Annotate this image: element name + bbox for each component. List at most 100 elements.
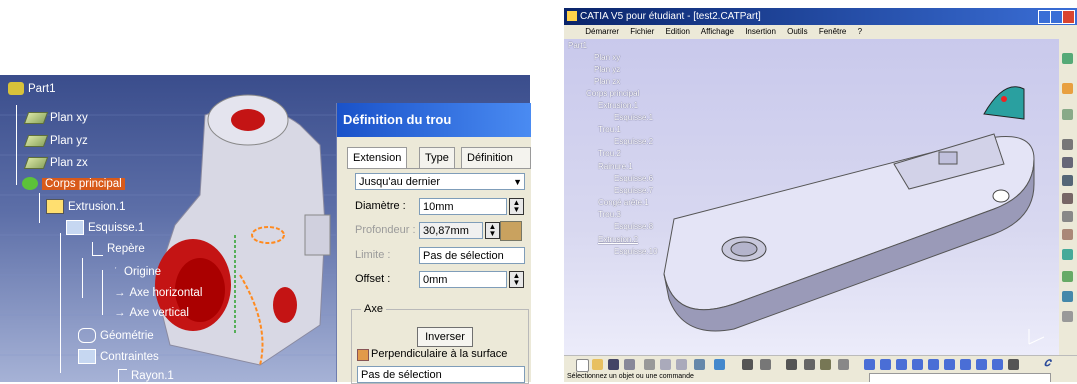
hide-show-icon[interactable] xyxy=(1008,359,1019,370)
undo-icon[interactable] xyxy=(694,359,705,370)
pocket-tool-icon[interactable] xyxy=(1062,139,1073,150)
tree-plan-zx[interactable]: Plan zx xyxy=(594,77,620,86)
menu-outils[interactable]: Outils xyxy=(787,27,807,36)
rotate-icon[interactable] xyxy=(912,359,923,370)
fillet-tool-icon[interactable] xyxy=(1062,211,1073,222)
tree-geometrie[interactable]: Géométrie xyxy=(78,328,154,343)
selection-field[interactable]: Pas de sélection xyxy=(357,366,525,383)
limit-type-select[interactable]: Jusqu'au dernier ▼ xyxy=(355,173,525,190)
tree-esquisse2[interactable]: Esquisse.2 xyxy=(614,137,653,146)
new-icon[interactable] xyxy=(576,359,589,372)
diametre-spinner[interactable]: ▲ ▼ xyxy=(509,198,524,215)
render-style-icon[interactable] xyxy=(992,359,1003,370)
open-icon[interactable] xyxy=(592,359,603,370)
profondeur-spinner[interactable]: ▲ ▼ xyxy=(485,222,500,239)
tree-plan-yz[interactable]: Plan yz xyxy=(23,135,88,147)
tree-axe-horizontal[interactable]: → Axe horizontal xyxy=(114,287,202,299)
fit-all-icon[interactable] xyxy=(880,359,891,370)
formula-icon[interactable] xyxy=(742,359,753,370)
analysis-icon[interactable] xyxy=(820,359,831,370)
hole-tool-icon[interactable] xyxy=(1062,157,1073,168)
tree-plan-xy[interactable]: Plan xy xyxy=(594,53,620,62)
tree-trou2[interactable]: Trou.2 xyxy=(598,149,621,158)
tab-definition[interactable]: Définition du xyxy=(461,147,531,184)
window-title[interactable]: CATIA V5 pour étudiant - [test2.CATPart] xyxy=(564,8,1077,25)
tree-axe-vertical[interactable]: → Axe vertical xyxy=(114,307,189,319)
tree-plan-xy[interactable]: Plan xy xyxy=(23,112,88,124)
tree-trou3[interactable]: Trou.3 xyxy=(598,210,621,219)
tree-part1[interactable]: Part1 xyxy=(568,41,587,50)
tree-corps-principal[interactable]: Corps principal xyxy=(22,177,125,190)
measure-icon[interactable] xyxy=(838,359,849,370)
menu-fenetre[interactable]: Fenêtre xyxy=(819,27,847,36)
perpendicular-checkbox[interactable] xyxy=(357,349,369,361)
draft-tool-icon[interactable] xyxy=(1062,249,1073,260)
zoom-out-icon[interactable] xyxy=(944,359,955,370)
shell-tool-icon[interactable] xyxy=(1062,271,1073,282)
catalog-icon[interactable] xyxy=(786,359,797,370)
print-icon[interactable] xyxy=(624,359,635,370)
zoom-in-icon[interactable] xyxy=(928,359,939,370)
menu-affichage[interactable]: Affichage xyxy=(701,27,734,36)
menu-demarrer[interactable]: Démarrer xyxy=(585,27,619,36)
scan-icon[interactable] xyxy=(760,359,771,370)
tree-esquisse7[interactable]: Esquisse.7 xyxy=(614,186,653,195)
tree-part1[interactable]: Part1 xyxy=(8,82,56,95)
tree-plan-zx[interactable]: Plan zx xyxy=(23,157,88,169)
mirror-tool-icon[interactable] xyxy=(1062,311,1073,322)
shaft-tool-icon[interactable] xyxy=(1062,175,1073,186)
normal-view-icon[interactable] xyxy=(960,359,971,370)
tree-extrusion1[interactable]: Extrusion.1 xyxy=(46,199,126,214)
tree-rayon1[interactable]: Rayon.1 xyxy=(118,369,174,382)
tab-type[interactable]: Type xyxy=(419,147,455,169)
tree-extrusion1[interactable]: Extrusion.1 xyxy=(598,101,638,110)
menu-help[interactable]: ? xyxy=(858,27,862,36)
tree-plan-yz[interactable]: Plan yz xyxy=(594,65,620,74)
chamfer-tool-icon[interactable] xyxy=(1062,229,1073,240)
diametre-field[interactable]: 10mm xyxy=(419,198,507,215)
tab-extension[interactable]: Extension xyxy=(347,147,408,169)
tree-rainure1[interactable]: Rainure.1 xyxy=(598,162,633,171)
tree-origine[interactable]: ˑ Origine xyxy=(114,265,161,278)
graph-icon[interactable] xyxy=(804,359,815,370)
pan-icon[interactable] xyxy=(896,359,907,370)
catia-3d-viewport[interactable]: Part1 Plan xy Plan yz Plan zx Corps prin… xyxy=(564,39,1059,355)
menu-insertion[interactable]: Insertion xyxy=(745,27,776,36)
measure-icon[interactable] xyxy=(500,221,522,241)
inverser-button[interactable]: Inverser xyxy=(417,327,473,347)
tree-extrusion2[interactable]: Extrusion.2 xyxy=(598,235,638,244)
tree-esquisse8[interactable]: Esquisse.8 xyxy=(614,222,653,231)
pattern-tool-icon[interactable] xyxy=(1062,291,1073,302)
tree-conge-arete1[interactable]: Congé arête.1 xyxy=(598,198,649,207)
groove-tool-icon[interactable] xyxy=(1062,193,1073,204)
save-icon[interactable] xyxy=(608,359,619,370)
tree-esquisse6[interactable]: Esquisse.6 xyxy=(614,174,653,183)
help-icon[interactable] xyxy=(714,359,725,370)
limite-field[interactable]: Pas de sélection xyxy=(419,247,525,264)
tree-esquisse1[interactable]: Esquisse.1 xyxy=(66,220,144,235)
tree-contraintes[interactable]: Contraintes xyxy=(78,349,159,364)
status-text: Sélectionnez un objet ou une commande xyxy=(567,373,694,380)
command-input[interactable] xyxy=(869,373,1051,382)
menu-fichier[interactable]: Fichier xyxy=(630,27,654,36)
tree-esquisse10[interactable]: Esquisse.10 xyxy=(614,247,658,256)
sketch-tool-icon[interactable] xyxy=(1062,53,1073,64)
cut-icon[interactable] xyxy=(644,359,655,370)
quick-view-icon[interactable] xyxy=(976,359,987,370)
copy-icon[interactable] xyxy=(660,359,671,370)
profondeur-field[interactable]: 30,87mm xyxy=(419,222,483,239)
tree-corps-principal[interactable]: Corps principal xyxy=(586,89,639,98)
tree-esquisse1[interactable]: Esquisse.1 xyxy=(614,113,653,122)
tree-repere[interactable]: Repère xyxy=(92,242,145,256)
menu-edition[interactable]: Edition xyxy=(666,27,690,36)
close-button[interactable] xyxy=(1062,10,1075,24)
select-tool-icon[interactable] xyxy=(1062,83,1073,94)
axe-group-label: Axe xyxy=(361,303,386,315)
fly-mode-icon[interactable] xyxy=(864,359,875,370)
paste-icon[interactable] xyxy=(676,359,687,370)
tree-trou1[interactable]: Trou.1 xyxy=(598,125,621,134)
offset-field[interactable]: 0mm xyxy=(419,271,507,288)
dialog-title[interactable]: Définition du trou xyxy=(337,103,531,137)
offset-spinner[interactable]: ▲ ▼ xyxy=(509,271,524,288)
pad-tool-icon[interactable] xyxy=(1062,109,1073,120)
